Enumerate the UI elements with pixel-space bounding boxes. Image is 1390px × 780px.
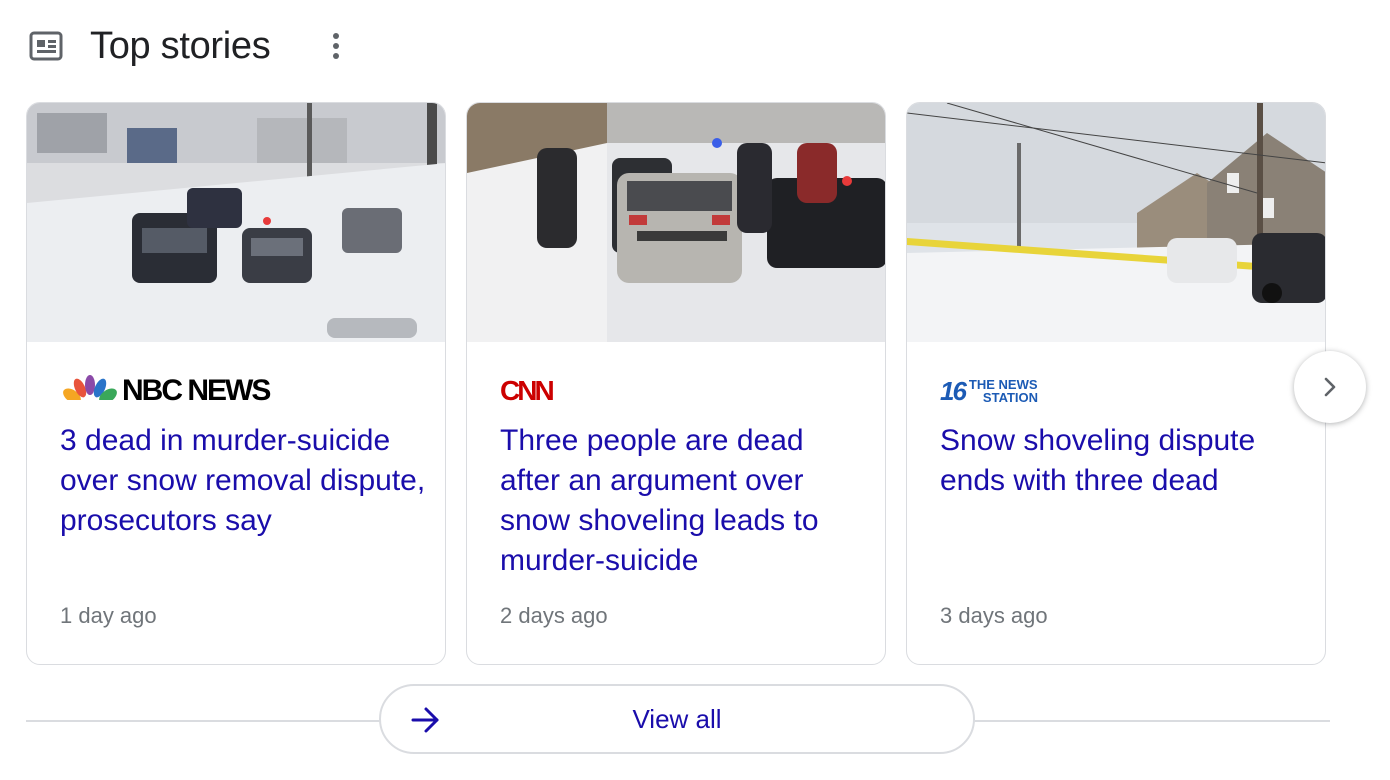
source-logo: 16 THE NEWS STATION bbox=[940, 373, 1038, 409]
source-logo: CNN bbox=[500, 373, 555, 409]
more-vert-icon[interactable] bbox=[326, 26, 346, 66]
story-headline[interactable]: Snow shoveling dispute ends with three d… bbox=[940, 421, 1310, 501]
view-all-button[interactable]: View all bbox=[379, 684, 975, 754]
story-thumbnail bbox=[907, 103, 1325, 342]
view-all-label: View all bbox=[632, 704, 722, 734]
source-logo: NBC NEWS bbox=[60, 373, 271, 409]
news-station-16-logo: 16 THE NEWS STATION bbox=[940, 378, 1038, 404]
story-card-1[interactable]: NBC NEWS 3 dead in murder-suicide over s… bbox=[26, 102, 446, 665]
story-card-3[interactable]: 16 THE NEWS STATION Snow shoveling dispu… bbox=[906, 102, 1326, 665]
source-name: NBC NEWS bbox=[122, 374, 271, 407]
news-icon bbox=[28, 28, 64, 64]
story-thumbnail bbox=[467, 103, 885, 342]
top-stories-header: Top stories bbox=[28, 22, 346, 70]
source-name-line2: STATION bbox=[982, 390, 1039, 405]
story-card-2[interactable]: CNN Three people are dead after an argum… bbox=[466, 102, 886, 665]
carousel-next-button[interactable] bbox=[1294, 351, 1366, 423]
divider-right bbox=[973, 720, 1330, 722]
story-thumbnail bbox=[27, 103, 445, 342]
nbc-peacock-icon bbox=[63, 375, 117, 408]
story-age: 1 day ago bbox=[60, 603, 157, 628]
cnn-logo: CNN bbox=[500, 375, 555, 406]
story-age: 2 days ago bbox=[500, 603, 608, 628]
story-headline[interactable]: Three people are dead after an argument … bbox=[500, 421, 870, 581]
channel-number: 16 bbox=[940, 376, 967, 406]
chevron-right-icon bbox=[1324, 377, 1336, 397]
story-headline[interactable]: 3 dead in murder-suicide over snow remov… bbox=[60, 421, 430, 541]
story-age: 3 days ago bbox=[940, 603, 1048, 628]
section-title: Top stories bbox=[90, 24, 271, 67]
divider-left bbox=[26, 720, 381, 722]
